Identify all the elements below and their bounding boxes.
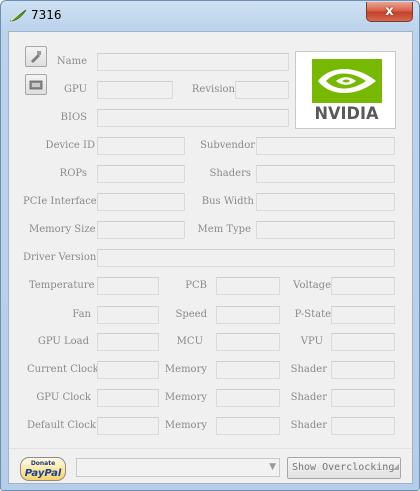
gpu-info-window: 7316 x Name GPU Revision BIOS NVIDIA Dev… bbox=[0, 0, 420, 491]
gpu-clock-field[interactable] bbox=[97, 389, 159, 407]
default-shader-label: Shader bbox=[290, 420, 327, 431]
screenshot-button[interactable] bbox=[25, 46, 47, 67]
subvendor-label: Subvendor bbox=[200, 140, 255, 151]
pcb-field[interactable] bbox=[216, 277, 280, 295]
pcie-interface-label: PCIe Interface bbox=[23, 196, 97, 207]
device-id-label: Device ID bbox=[45, 140, 95, 151]
main-panel: Name GPU Revision BIOS NVIDIA Device ID … bbox=[8, 31, 413, 484]
fan-field[interactable] bbox=[97, 306, 159, 324]
close-icon: x bbox=[385, 4, 394, 19]
resize-grip-icon[interactable]: ◢ bbox=[393, 457, 399, 477]
device-id-field[interactable] bbox=[97, 137, 185, 155]
gpu-clock-label: GPU Clock bbox=[36, 392, 91, 403]
mcu-field[interactable] bbox=[216, 333, 280, 351]
bus-width-label: Bus Width bbox=[201, 196, 254, 207]
mcu-label: MCU bbox=[176, 336, 203, 347]
revision-label: Revision bbox=[191, 84, 235, 95]
bios-field[interactable] bbox=[97, 109, 289, 127]
vpu-label: VPU bbox=[300, 336, 323, 347]
speed-label: Speed bbox=[175, 309, 208, 320]
gpu-shader-label: Shader bbox=[290, 392, 327, 403]
p-state-field[interactable] bbox=[331, 306, 395, 324]
mem-type-field[interactable] bbox=[256, 221, 395, 239]
gpu-field[interactable] bbox=[97, 81, 173, 99]
current-shader-field[interactable] bbox=[331, 361, 395, 379]
current-clock-label: Current Clock bbox=[27, 364, 97, 375]
voltage-field[interactable] bbox=[331, 277, 395, 295]
pcb-label: PCB bbox=[185, 280, 207, 291]
camera-icon bbox=[31, 50, 41, 63]
chip-icon bbox=[29, 80, 43, 89]
driver-version-field[interactable] bbox=[97, 249, 395, 267]
name-label: Name bbox=[56, 56, 87, 67]
save-bios-button[interactable] bbox=[25, 74, 47, 95]
window-title: 7316 bbox=[31, 8, 62, 22]
pcie-interface-field[interactable] bbox=[97, 193, 185, 211]
voltage-label: Voltage bbox=[293, 280, 331, 291]
current-shader-label: Shader bbox=[290, 364, 327, 375]
donate-label: Donate bbox=[30, 460, 56, 467]
footer-divider bbox=[9, 448, 412, 449]
driver-version-label: Driver Version bbox=[23, 252, 97, 263]
gpu-load-label: GPU Load bbox=[37, 336, 89, 347]
chevron-down-icon: ▼ bbox=[269, 462, 276, 472]
default-clock-field[interactable] bbox=[97, 417, 159, 435]
memory-size-field[interactable] bbox=[97, 221, 185, 239]
shaders-field[interactable] bbox=[256, 165, 395, 183]
current-memory-field[interactable] bbox=[216, 361, 280, 379]
temperature-field[interactable] bbox=[97, 277, 159, 295]
mem-type-label: Mem Type bbox=[197, 224, 251, 235]
nvidia-eye-icon bbox=[312, 59, 382, 103]
show-overclocking-button[interactable]: Show Overclocking ◢ bbox=[287, 457, 401, 479]
shaders-label: Shaders bbox=[209, 168, 251, 179]
gpuz-leaf-icon bbox=[9, 9, 27, 22]
default-shader-field[interactable] bbox=[331, 417, 395, 435]
vpu-field[interactable] bbox=[331, 333, 395, 351]
gpu-label: GPU bbox=[64, 84, 87, 95]
revision-field[interactable] bbox=[235, 81, 289, 99]
name-field[interactable] bbox=[97, 53, 289, 71]
close-button[interactable]: x bbox=[366, 2, 413, 22]
p-state-label: P-State bbox=[294, 309, 331, 320]
gpu-shader-field[interactable] bbox=[331, 389, 395, 407]
paypal-logo-text: PayPal bbox=[24, 468, 62, 479]
subvendor-field[interactable] bbox=[256, 137, 395, 155]
default-memory-field[interactable] bbox=[216, 417, 280, 435]
memory-size-label: Memory Size bbox=[29, 224, 96, 235]
current-memory-label: Memory bbox=[164, 364, 207, 375]
bios-label: BIOS bbox=[60, 112, 87, 123]
default-clock-label: Default Clock bbox=[27, 420, 96, 431]
current-clock-field[interactable] bbox=[97, 361, 159, 379]
rops-label: ROPs bbox=[59, 168, 87, 179]
rops-field[interactable] bbox=[97, 165, 185, 183]
gpu-select-dropdown[interactable]: ▼ bbox=[76, 458, 280, 477]
default-memory-label: Memory bbox=[164, 420, 207, 431]
show-overclocking-label: Show Overclocking bbox=[292, 462, 395, 473]
speed-field[interactable] bbox=[216, 306, 280, 324]
gpu-memory-field[interactable] bbox=[216, 389, 280, 407]
logo-text: NVIDIA bbox=[314, 104, 379, 124]
gpu-memory-label: Memory bbox=[164, 392, 207, 403]
paypal-donate-button[interactable]: Donate PayPal bbox=[20, 457, 66, 481]
vendor-logo: NVIDIA bbox=[295, 51, 396, 129]
title-bar[interactable]: 7316 x bbox=[1, 1, 419, 31]
bus-width-field[interactable] bbox=[256, 193, 395, 211]
temperature-label: Temperature bbox=[29, 280, 95, 291]
gpu-load-field[interactable] bbox=[97, 333, 159, 351]
fan-label: Fan bbox=[72, 309, 91, 320]
